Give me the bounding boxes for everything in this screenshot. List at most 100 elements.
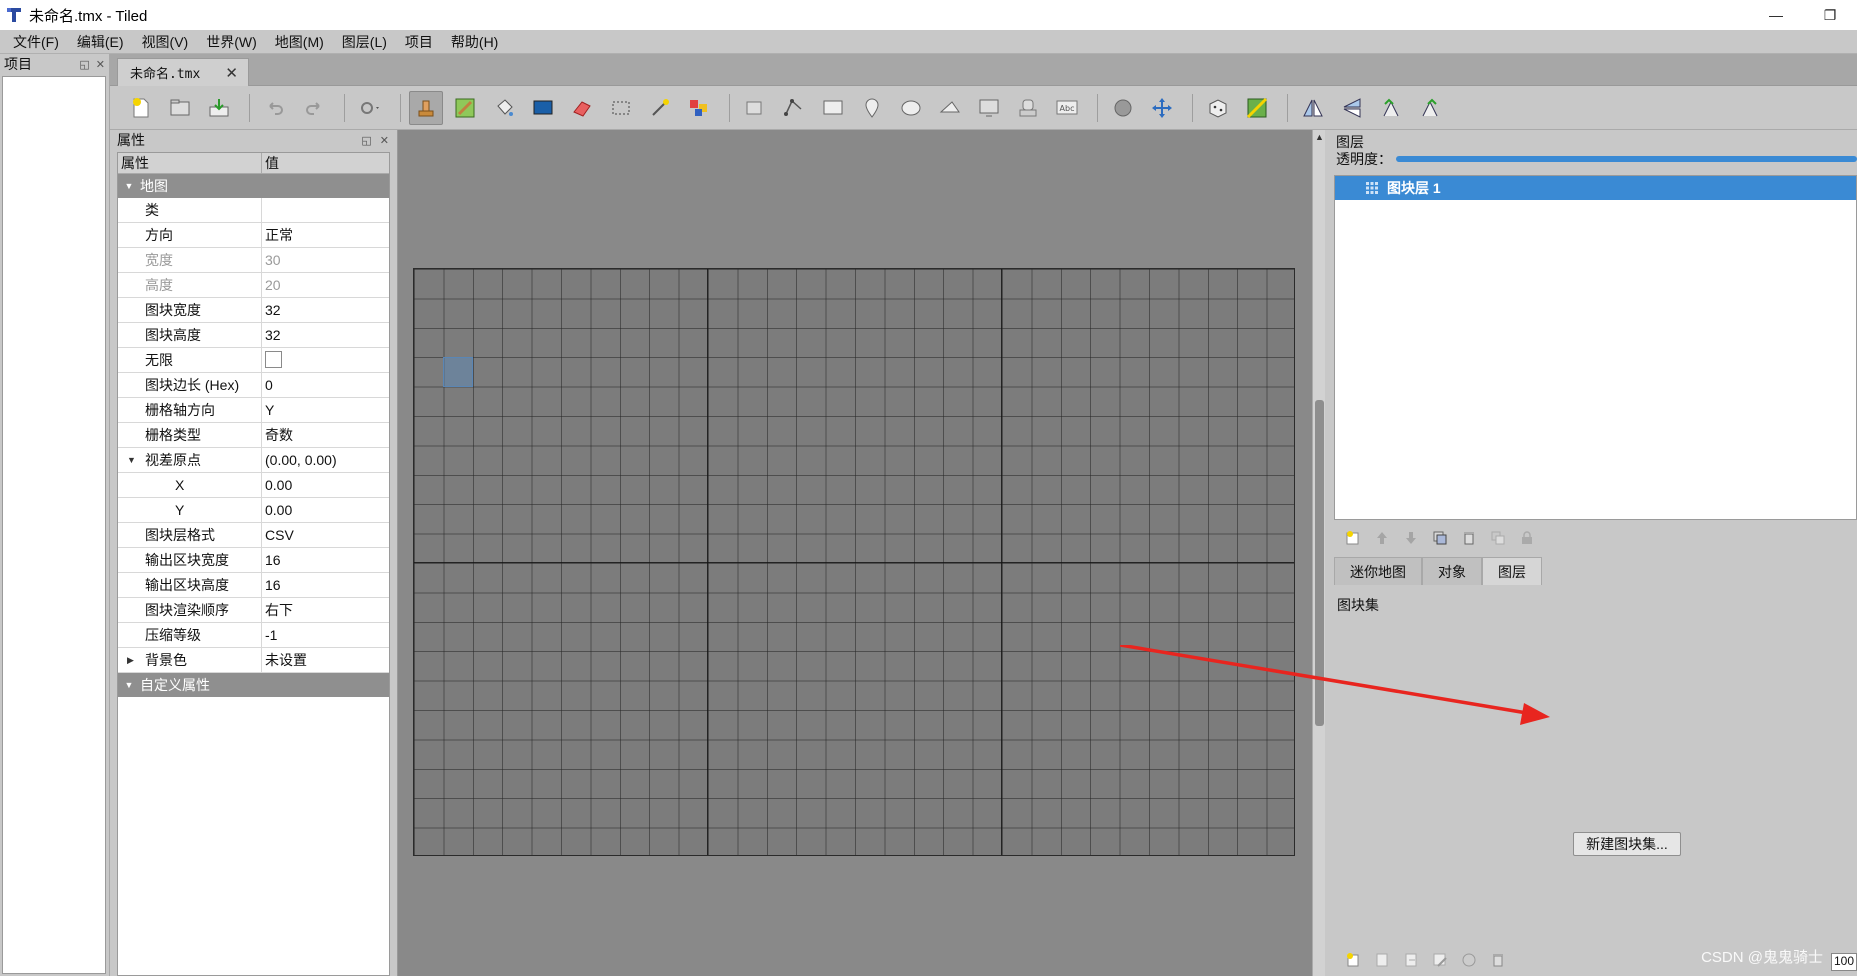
flip-vertical-icon[interactable] [1335, 91, 1369, 125]
eraser-icon[interactable] [565, 91, 599, 125]
dynamic-wrapping-icon[interactable] [1459, 950, 1478, 969]
delete-layer-icon[interactable] [1459, 528, 1478, 547]
world-tool-icon[interactable] [1106, 91, 1140, 125]
close-icon[interactable]: ✕ [96, 58, 105, 71]
prop-row-background-color[interactable]: ▶ 背景色 未设置 [118, 648, 389, 673]
project-tree[interactable] [2, 76, 106, 974]
new-tileset-icon[interactable] [1343, 950, 1362, 969]
map-grid[interactable] [413, 268, 1295, 856]
prop-value[interactable]: 正常 [262, 223, 389, 247]
select-objects-icon[interactable] [738, 91, 772, 125]
canvas-vertical-scrollbar[interactable]: ▲ [1312, 130, 1325, 976]
prop-value[interactable]: 16 [262, 573, 389, 597]
tab-objects[interactable]: 对象 [1422, 557, 1482, 585]
shape-fill-icon[interactable] [526, 91, 560, 125]
layers-list[interactable]: 图块层 1 [1334, 175, 1857, 520]
toggle-other-layers-icon[interactable] [1488, 528, 1507, 547]
collapse-arrow-icon[interactable]: ▼ [118, 680, 140, 690]
menu-view[interactable]: 视图(V) [133, 30, 198, 54]
expand-arrow-icon[interactable]: ▶ [127, 648, 134, 672]
remove-tileset-icon[interactable] [1488, 950, 1507, 969]
prop-row-compression[interactable]: 压缩等级 -1 [118, 623, 389, 648]
prop-row-infinite[interactable]: 无限 [118, 348, 389, 373]
new-file-icon[interactable] [124, 91, 158, 125]
new-layer-icon[interactable] [1343, 528, 1362, 547]
prop-value[interactable]: -1 [262, 623, 389, 647]
duplicate-layer-icon[interactable] [1430, 528, 1449, 547]
insert-template-icon[interactable] [1011, 91, 1045, 125]
menu-edit[interactable]: 编辑(E) [68, 30, 133, 54]
prop-value[interactable]: CSV [262, 523, 389, 547]
prop-value[interactable]: Y [262, 398, 389, 422]
prop-value[interactable]: (0.00, 0.00) [262, 448, 389, 472]
prop-value[interactable]: 32 [262, 323, 389, 347]
wang-fill-icon[interactable] [1240, 91, 1274, 125]
move-icon[interactable] [1145, 91, 1179, 125]
select-same-tile-icon[interactable] [682, 91, 716, 125]
prop-row-chunk-width[interactable]: 输出区块宽度 16 [118, 548, 389, 573]
terrain-brush-icon[interactable] [448, 91, 482, 125]
rotate-right-icon[interactable] [1413, 91, 1447, 125]
open-file-icon[interactable] [163, 91, 197, 125]
stamp-brush-icon[interactable] [409, 90, 443, 125]
document-tab[interactable]: 未命名.tmx ✕ [117, 58, 249, 86]
prop-row-render-order[interactable]: 图块渲染顺序 右下 [118, 598, 389, 623]
prop-value[interactable] [262, 198, 389, 222]
prop-row-layer-format[interactable]: 图块层格式 CSV [118, 523, 389, 548]
prop-value[interactable] [262, 348, 389, 372]
zoom-input[interactable]: 100 [1831, 953, 1857, 971]
rect-select-icon[interactable] [604, 91, 638, 125]
prop-value[interactable]: 0 [262, 373, 389, 397]
prop-value[interactable]: 0.00 [262, 473, 389, 497]
embed-tileset-icon[interactable] [1372, 950, 1391, 969]
prop-row-orientation[interactable]: 方向 正常 [118, 223, 389, 248]
prop-row-parallax-origin[interactable]: ▼ 视差原点 (0.00, 0.00) [118, 448, 389, 473]
close-icon[interactable]: ✕ [380, 134, 389, 147]
tab-close-icon[interactable]: ✕ [225, 64, 238, 82]
move-layer-up-icon[interactable] [1372, 528, 1391, 547]
prop-value[interactable]: 0.00 [262, 498, 389, 522]
opacity-slider[interactable] [1396, 156, 1857, 162]
insert-point-icon[interactable] [855, 91, 889, 125]
insert-text-icon[interactable]: Abc [1050, 91, 1084, 125]
edit-polygons-icon[interactable] [777, 91, 811, 125]
prop-value[interactable]: 右下 [262, 598, 389, 622]
insert-tile-icon[interactable] [972, 91, 1006, 125]
redo-icon[interactable] [297, 91, 331, 125]
prop-row-hex-side[interactable]: 图块边长 (Hex) 0 [118, 373, 389, 398]
prop-row-parallax-x[interactable]: X 0.00 [118, 473, 389, 498]
tab-layers[interactable]: 图层 [1482, 557, 1542, 585]
rotate-left-icon[interactable] [1374, 91, 1408, 125]
commands-icon[interactable] [353, 91, 387, 125]
prop-row-tile-height[interactable]: 图块高度 32 [118, 323, 389, 348]
collapse-arrow-icon[interactable]: ▼ [127, 448, 136, 472]
column-header-value[interactable]: 值 [262, 153, 389, 173]
minimize-button[interactable]: — [1749, 0, 1803, 30]
random-mode-icon[interactable] [1201, 91, 1235, 125]
prop-value[interactable]: 16 [262, 548, 389, 572]
insert-polygon-icon[interactable] [933, 91, 967, 125]
prop-value[interactable]: 未设置 [262, 648, 389, 672]
column-header-name[interactable]: 属性 [118, 153, 262, 173]
scrollbar-thumb[interactable] [1315, 400, 1324, 726]
menu-world[interactable]: 世界(W) [197, 30, 266, 54]
menu-help[interactable]: 帮助(H) [442, 30, 507, 54]
bucket-fill-icon[interactable] [487, 91, 521, 125]
edit-tileset-icon[interactable] [1430, 950, 1449, 969]
tab-minimap[interactable]: 迷你地图 [1334, 557, 1422, 585]
magic-wand-icon[interactable] [643, 91, 677, 125]
prop-row-tile-width[interactable]: 图块宽度 32 [118, 298, 389, 323]
prop-value[interactable]: 奇数 [262, 423, 389, 447]
insert-rectangle-icon[interactable] [816, 91, 850, 125]
prop-row-chunk-height[interactable]: 输出区块高度 16 [118, 573, 389, 598]
float-icon[interactable]: ◱ [361, 134, 371, 147]
save-file-icon[interactable] [202, 91, 236, 125]
menu-project[interactable]: 项目 [396, 30, 442, 54]
restore-button[interactable]: ❐ [1803, 0, 1857, 30]
undo-icon[interactable] [258, 91, 292, 125]
prop-row-stagger-index[interactable]: 栅格类型 奇数 [118, 423, 389, 448]
group-custom-properties[interactable]: ▼ 自定义属性 [118, 673, 389, 697]
lock-layer-icon[interactable] [1517, 528, 1536, 547]
export-tileset-icon[interactable] [1401, 950, 1420, 969]
group-map[interactable]: ▼ 地图 [118, 174, 389, 198]
